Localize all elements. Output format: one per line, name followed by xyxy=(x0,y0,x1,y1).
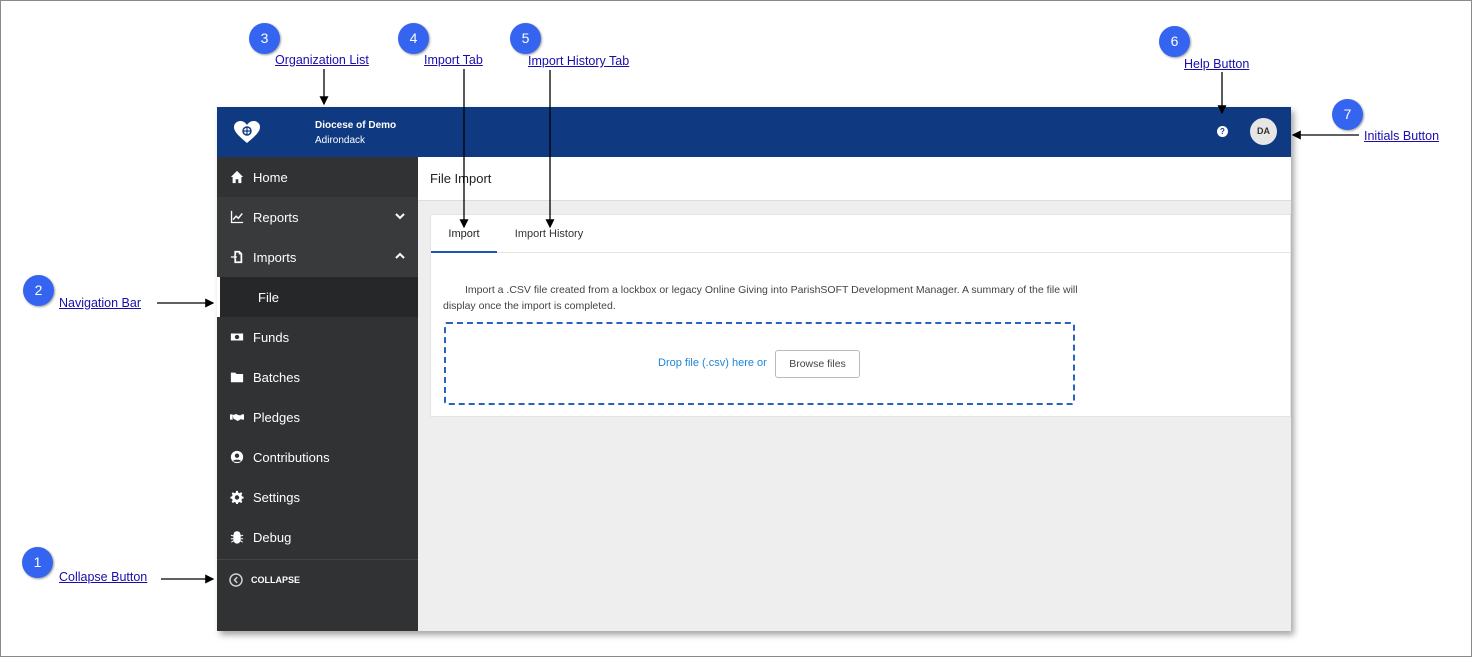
callout-link-collapse-button[interactable]: Collapse Button xyxy=(59,570,147,584)
sidebar-item-label: Imports xyxy=(253,249,297,265)
file-dropzone[interactable]: Drop file (.csv) here or Browse files xyxy=(444,322,1075,405)
sidebar-item-contributions[interactable]: Contributions xyxy=(217,437,418,477)
sidebar-item-label: Batches xyxy=(253,369,300,385)
sidebar-item-pledges[interactable]: Pledges xyxy=(217,397,418,437)
callout-link-initials-button[interactable]: Initials Button xyxy=(1364,129,1439,143)
sidebar-item-label: Home xyxy=(253,169,288,185)
sidebar-item-label: Reports xyxy=(253,209,299,225)
callout-link-organization-list[interactable]: Organization List xyxy=(275,53,369,67)
organization-list[interactable]: Diocese of Demo Adirondack xyxy=(315,118,396,148)
callout-link-import-history-tab[interactable]: Import History Tab xyxy=(528,54,629,68)
sidebar-item-reports[interactable]: Reports xyxy=(217,197,418,237)
callout-badge-4: 4 xyxy=(398,23,429,54)
callout-badge-5: 5 xyxy=(510,23,541,54)
import-description: Import a .CSV file created from a lockbo… xyxy=(443,284,1078,312)
browse-files-button[interactable]: Browse files xyxy=(775,350,860,378)
callout-badge-2: 2 xyxy=(23,275,54,306)
tab-bar: Import Import History xyxy=(431,215,1291,253)
heart-logo-icon[interactable] xyxy=(233,120,261,144)
drop-text: Drop file (.csv) here or xyxy=(658,357,767,369)
sidebar-item-imports[interactable]: Imports xyxy=(217,237,418,277)
sidebar-item-label: Contributions xyxy=(253,449,330,465)
file-import-icon xyxy=(229,249,245,265)
org-name: Diocese of Demo xyxy=(315,120,397,131)
handshake-icon xyxy=(229,409,245,425)
initials-button[interactable]: DA xyxy=(1250,118,1277,145)
callout-badge-7: 7 xyxy=(1332,99,1363,130)
home-icon xyxy=(229,169,245,185)
callout-badge-1: 1 xyxy=(22,547,53,578)
sidebar-item-settings[interactable]: Settings xyxy=(217,477,418,517)
sidebar-item-home[interactable]: Home xyxy=(217,157,418,197)
chart-line-icon xyxy=(229,209,245,225)
sidebar-item-label: Funds xyxy=(253,329,290,345)
main-content: File Import Import Import History Import… xyxy=(418,157,1291,631)
tab-import-history[interactable]: Import History xyxy=(501,215,597,253)
gear-icon xyxy=(229,489,245,505)
user-circle-icon xyxy=(229,449,245,465)
sidebar-item-batches[interactable]: Batches xyxy=(217,357,418,397)
sidebar-item-label: Pledges xyxy=(253,409,300,425)
chevron-up-icon[interactable] xyxy=(394,250,406,262)
sidebar-item-label: Debug xyxy=(253,529,292,545)
folder-icon xyxy=(229,369,245,385)
money-icon xyxy=(229,329,245,345)
chevron-left-circle-icon xyxy=(229,572,243,587)
tab-import[interactable]: Import xyxy=(431,215,497,253)
help-button[interactable]: ? xyxy=(1217,126,1228,137)
navigation-bar: Home Reports Imports File Funds Batches … xyxy=(217,157,418,631)
app-window: Diocese of Demo Adirondack ? DA Home Rep… xyxy=(217,107,1291,631)
callout-link-import-tab[interactable]: Import Tab xyxy=(424,53,483,67)
callout-badge-6: 6 xyxy=(1159,26,1190,57)
sidebar-item-label: Settings xyxy=(253,489,300,505)
sidebar-item-debug[interactable]: Debug xyxy=(217,517,418,557)
org-subname: Adirondack xyxy=(315,135,366,146)
collapse-button[interactable]: COLLAPSE xyxy=(217,559,418,599)
page-title: File Import xyxy=(418,157,1291,201)
sidebar-subitem-file[interactable]: File xyxy=(217,277,418,317)
callout-badge-3: 3 xyxy=(249,23,280,54)
sidebar-item-funds[interactable]: Funds xyxy=(217,317,418,357)
import-card: Import Import History Import a .CSV file… xyxy=(430,214,1291,417)
chevron-down-icon[interactable] xyxy=(394,210,406,222)
callout-link-navigation-bar[interactable]: Navigation Bar xyxy=(59,296,141,310)
top-bar: Diocese of Demo Adirondack ? DA xyxy=(217,107,1291,157)
bug-icon xyxy=(229,529,245,545)
collapse-label: COLLAPSE xyxy=(251,574,301,585)
callout-link-help-button[interactable]: Help Button xyxy=(1184,57,1249,71)
